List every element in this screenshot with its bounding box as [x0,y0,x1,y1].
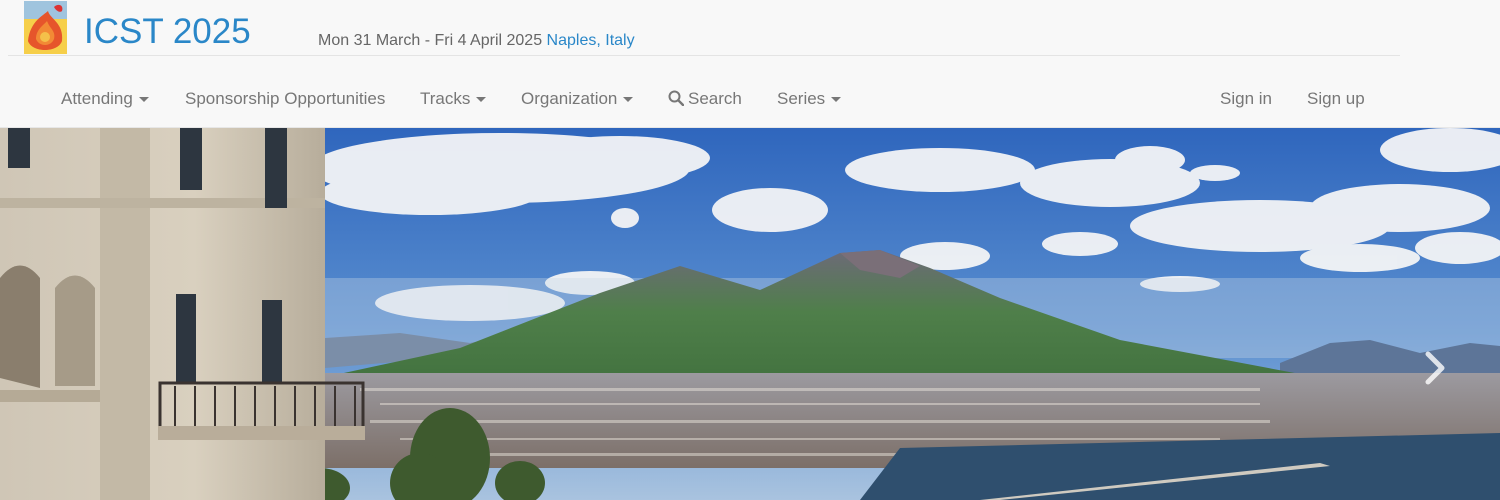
event-dates: Mon 31 March - Fri 4 April 2025 Naples, … [318,32,635,50]
caret-down-icon [623,97,634,103]
caret-down-icon [831,97,842,103]
sign-in-link[interactable]: Sign in [1220,89,1272,109]
conference-title[interactable]: ICST 2025 [84,12,251,52]
nav-attending-dropdown[interactable]: Attending [61,89,149,109]
nav-tracks-label: Tracks [420,89,471,108]
search-icon [668,90,684,106]
nav-organization-label: Organization [521,89,618,108]
chevron-right-icon[interactable] [1420,348,1450,388]
main-navbar: Attending Sponsorship Opportunities Trac… [0,56,1500,128]
nav-tracks-dropdown[interactable]: Tracks [420,89,487,109]
icst-logo[interactable] [24,1,67,54]
nav-search-link[interactable]: Search [668,89,742,109]
nav-search-label: Search [688,89,742,108]
event-date-range: Mon 31 March - Fri 4 April 2025 [318,32,543,49]
nav-series-label: Series [777,89,826,108]
event-location-link[interactable]: Naples, Italy [547,32,635,49]
nav-series-dropdown[interactable]: Series [777,89,842,109]
nav-attending-label: Attending [61,89,133,108]
caret-down-icon [138,97,149,103]
nav-organization-dropdown[interactable]: Organization [521,89,634,109]
caret-down-icon [476,97,487,103]
nav-sponsorship-link[interactable]: Sponsorship Opportunities [185,89,385,109]
hero-carousel [0,128,1500,500]
site-header: ICST 2025 Mon 31 March - Fri 4 April 202… [0,0,1500,56]
hero-image-naples-vesuvius [0,128,1500,500]
sign-up-link[interactable]: Sign up [1307,89,1365,109]
